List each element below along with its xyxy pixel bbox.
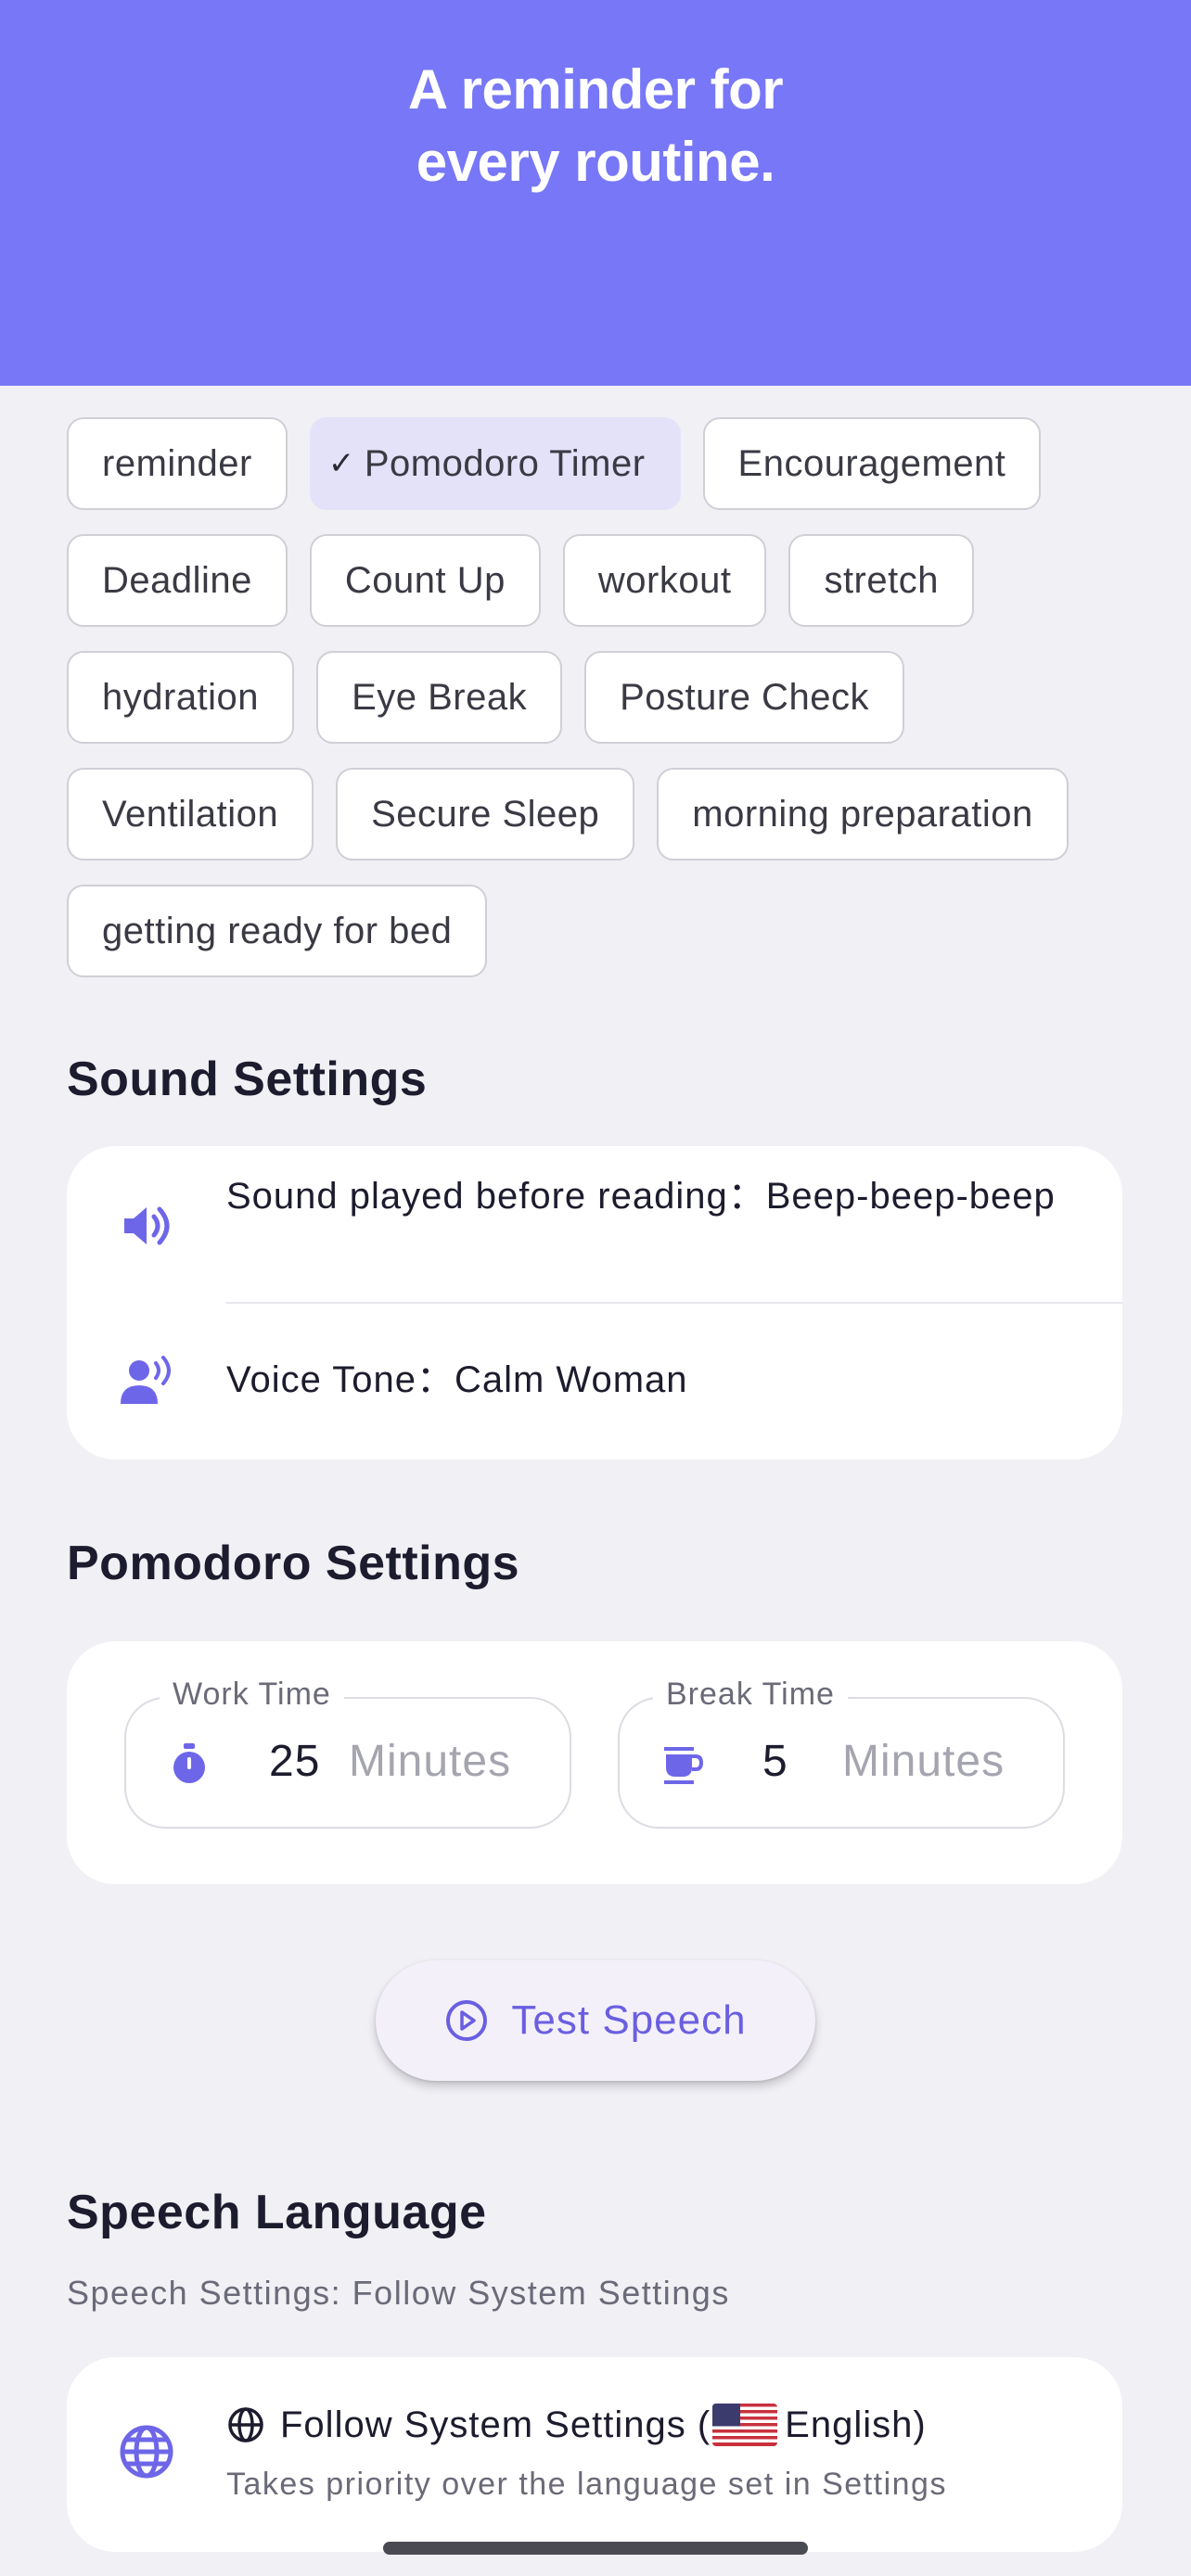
before-reading-sound-text: Sound played before reading：Beep-beep-be… <box>226 1176 1056 1217</box>
follow-system-option: Follow System Settings ( English) <box>226 2404 927 2446</box>
chip-label: workout <box>597 559 732 601</box>
chip-label: Pomodoro Timer <box>364 442 646 484</box>
break-time-value: 5 <box>762 1737 788 1786</box>
chip-label: stretch <box>824 559 939 601</box>
speaker-icon <box>124 1206 170 1245</box>
speech-language-title: Speech Language <box>67 2186 487 2239</box>
chip-reminder[interactable]: reminder <box>67 417 288 510</box>
checkmark-icon: ✓ <box>327 446 355 481</box>
break-time-field[interactable]: Break Time 5 Minutes <box>618 1677 1065 1829</box>
work-time-unit: Minutes <box>349 1737 512 1786</box>
chip-deadline[interactable]: Deadline <box>67 534 288 627</box>
chip-label: Eye Break <box>352 676 528 718</box>
pomodoro-settings-title: Pomodoro Settings <box>67 1537 520 1590</box>
chip-workout[interactable]: workout <box>562 534 767 627</box>
speech-language-card[interactable]: Follow System Settings ( English) Takes … <box>67 2357 1122 2552</box>
before-reading-sound-row[interactable]: Sound played before reading：Beep-beep-be… <box>67 1146 1122 1302</box>
play-circle-icon <box>446 2000 488 2041</box>
chip-label: Encouragement <box>737 442 1006 484</box>
chip-eye-break[interactable]: Eye Break <box>316 651 563 744</box>
break-time-unit: Minutes <box>842 1737 1005 1786</box>
globe-icon <box>120 2425 173 2479</box>
pomodoro-settings-card: Work Time 25 Minutes Break Time 5 Minute… <box>67 1641 1122 1884</box>
category-chips: reminder ✓ Pomodoro Timer Encouragement Dead… <box>67 417 1143 977</box>
page-title: A reminder for every routine. <box>407 58 784 193</box>
chip-label: getting ready for bed <box>102 910 453 951</box>
voice-person-icon <box>121 1356 171 1404</box>
chip-label: morning preparation <box>692 793 1033 835</box>
chip-label: Ventilation <box>102 793 279 835</box>
sound-settings-title: Sound Settings <box>67 1052 428 1106</box>
chip-label: Deadline <box>102 559 252 601</box>
voice-tone-text: Voice Tone：Calm Woman <box>226 1359 688 1400</box>
chip-label: Count Up <box>344 559 506 601</box>
us-flag-icon <box>712 2404 778 2446</box>
chip-hydration[interactable]: hydration <box>67 651 295 744</box>
chip-label: hydration <box>102 676 260 718</box>
chip-label: Posture Check <box>620 676 869 718</box>
chip-ventilation[interactable]: Ventilation <box>67 768 314 861</box>
chip-count-up[interactable]: Count Up <box>309 534 541 627</box>
work-time-field[interactable]: Work Time 25 Minutes <box>124 1677 571 1829</box>
stopwatch-icon <box>173 1743 205 1783</box>
speech-language-subtitle: Speech Settings: Follow System Settings <box>67 2274 730 2312</box>
test-speech-button[interactable]: Test Speech <box>376 1960 815 2081</box>
break-time-label: Break Time <box>653 1677 848 1713</box>
follow-system-prefix: Follow System Settings ( <box>280 2404 711 2445</box>
chip-posture-check[interactable]: Posture Check <box>584 651 904 744</box>
chip-label: reminder <box>102 442 252 484</box>
chip-label: Secure Sleep <box>371 793 600 835</box>
follow-system-language: English) <box>785 2404 927 2445</box>
chip-secure-sleep[interactable]: Secure Sleep <box>336 768 635 861</box>
chip-stretch[interactable]: stretch <box>788 534 974 627</box>
voice-tone-row[interactable]: Voice Tone：Calm Woman <box>67 1304 1122 1460</box>
coffee-cup-icon <box>664 1747 704 1784</box>
chip-getting-ready-for-bed[interactable]: getting ready for bed <box>67 885 488 977</box>
work-time-value: 25 <box>269 1737 321 1786</box>
chip-encouragement[interactable]: Encouragement <box>702 417 1042 510</box>
test-speech-label: Test Speech <box>511 1997 747 2043</box>
header-banner: A reminder for every routine. <box>0 0 1191 386</box>
follow-system-note: Takes priority over the language set in … <box>226 2467 947 2502</box>
chip-pomodoro-timer[interactable]: ✓ Pomodoro Timer <box>309 417 681 510</box>
work-time-label: Work Time <box>160 1677 344 1713</box>
sound-settings-card: Sound played before reading：Beep-beep-be… <box>67 1146 1122 1460</box>
chip-morning-preparation[interactable]: morning preparation <box>657 768 1069 861</box>
home-indicator <box>383 2542 808 2555</box>
small-globe-icon <box>228 2407 263 2442</box>
